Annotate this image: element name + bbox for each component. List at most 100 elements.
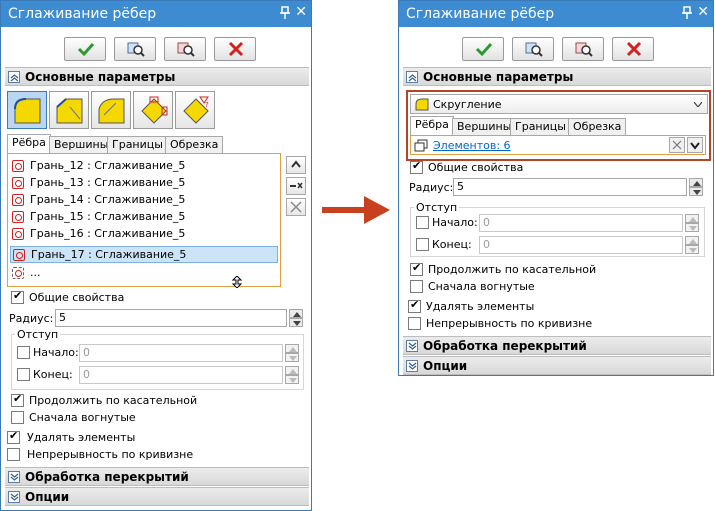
section-options-label: Опции <box>25 490 70 504</box>
offset-end-input[interactable]: 0 <box>479 236 683 254</box>
pin-icon[interactable] <box>279 6 291 20</box>
expand-elements-button[interactable] <box>687 137 703 153</box>
cancel-button[interactable] <box>612 37 654 61</box>
list-item[interactable]: Грань_16 : Сглаживание_5 <box>10 226 278 243</box>
spin-up[interactable] <box>289 309 303 318</box>
spin-down[interactable] <box>289 318 303 327</box>
concave-checkbox[interactable] <box>410 280 423 293</box>
tab-vertices[interactable]: Вершины <box>49 136 114 153</box>
ok-button[interactable] <box>64 37 106 61</box>
list-item-selected[interactable]: Грань_17 : Сглаживание_5 <box>10 246 278 263</box>
spin-down[interactable] <box>285 375 299 384</box>
section-main-header[interactable]: Основные параметры <box>5 67 309 86</box>
tangent-checkbox[interactable] <box>410 261 423 276</box>
tab-trim[interactable]: Обрезка <box>568 118 627 135</box>
elements-field[interactable]: Элементов: 6 <box>410 135 706 155</box>
general-props-checkbox[interactable] <box>410 159 423 174</box>
delete-checkbox[interactable] <box>408 298 421 313</box>
offset-end-input[interactable]: 0 <box>79 366 283 384</box>
offset-end-label: Конец: <box>432 238 472 251</box>
offset-start-spinner[interactable] <box>285 344 299 362</box>
spin-up[interactable] <box>285 366 299 375</box>
spin-down-icon <box>293 321 301 326</box>
mode-vertex-button[interactable] <box>133 91 173 129</box>
empty-slot-icon <box>12 267 24 279</box>
offset-end-checkbox[interactable] <box>17 368 30 381</box>
list-item[interactable]: Грань_13 : Сглаживание_5 <box>10 175 278 192</box>
remove-item-icon <box>290 182 303 189</box>
spin-up[interactable] <box>285 344 299 353</box>
section-options-label: Опции <box>423 359 468 373</box>
tangent-label: Продолжить по касательной <box>29 394 198 407</box>
section-overlap-header[interactable]: Обработка перекрытий <box>5 467 309 486</box>
mode-setback-button[interactable]: ? <box>175 91 215 129</box>
spin-down[interactable] <box>689 187 703 196</box>
close-icon[interactable]: ✕ <box>697 4 709 20</box>
resize-cursor-icon <box>231 276 243 288</box>
tab-trim[interactable]: Обрезка <box>165 136 224 153</box>
pin-icon[interactable] <box>681 6 693 20</box>
list-item[interactable]: Грань_12 : Сглаживание_5 <box>10 158 278 175</box>
concave-checkbox[interactable] <box>11 411 24 424</box>
tangent-checkbox[interactable] <box>11 392 24 407</box>
tab-edges[interactable]: Рёбра <box>410 116 454 135</box>
tab-borders[interactable]: Границы <box>107 136 168 153</box>
clear-elements-button[interactable] <box>669 137 685 153</box>
spin-down-icon <box>693 190 701 195</box>
offset-start-input[interactable]: 0 <box>479 214 683 232</box>
offset-start-input[interactable]: 0 <box>79 344 283 362</box>
remove-item-button[interactable] <box>286 177 306 195</box>
radius-spinner[interactable] <box>689 178 703 196</box>
spin-up[interactable] <box>685 214 699 223</box>
delete-checkbox[interactable] <box>7 429 20 444</box>
radius-label: Радиус: <box>9 312 54 325</box>
spin-down[interactable] <box>285 353 299 362</box>
clear-list-button[interactable] <box>286 198 306 216</box>
tab-vertices[interactable]: Вершины <box>452 118 517 135</box>
close-icon[interactable]: ✕ <box>295 4 307 20</box>
elements-count-link[interactable]: Элементов: 6 <box>433 139 511 152</box>
tab-borders[interactable]: Границы <box>510 118 571 135</box>
offset-end-spinner[interactable] <box>285 366 299 384</box>
offset-start-checkbox[interactable] <box>416 216 429 229</box>
radius-input[interactable]: 5 <box>453 178 687 196</box>
tab-edges[interactable]: Рёбра <box>7 134 51 153</box>
section-options-header[interactable]: Опции <box>5 487 309 506</box>
preview-button[interactable] <box>114 37 156 61</box>
section-overlap-header[interactable]: Обработка перекрытий <box>403 336 711 355</box>
offset-end-spinner[interactable] <box>685 236 699 254</box>
setback-fillet-icon: ? <box>183 96 209 124</box>
spin-down[interactable] <box>685 223 699 232</box>
faces-list[interactable]: Грань_12 : Сглаживание_5 Грань_13 : Сгла… <box>7 153 281 288</box>
section-options-header[interactable]: Опции <box>403 356 711 375</box>
spin-up[interactable] <box>689 178 703 187</box>
ok-button[interactable] <box>462 37 504 61</box>
cancel-button[interactable] <box>214 37 256 61</box>
move-up-button[interactable] <box>286 156 306 174</box>
offset-end-checkbox[interactable] <box>416 238 429 251</box>
fillet-type-select[interactable]: Скругление <box>410 94 708 114</box>
continuity-checkbox[interactable] <box>408 317 421 330</box>
list-item-label: Грань_14 : Сглаживание_5 <box>30 193 186 206</box>
preview-button[interactable] <box>512 37 554 61</box>
radius-input[interactable]: 5 <box>55 309 287 327</box>
section-main-label: Основные параметры <box>25 70 176 84</box>
preview-detail-button[interactable] <box>562 37 604 61</box>
offset-start-checkbox[interactable] <box>17 346 30 359</box>
offset-start-spinner[interactable] <box>685 214 699 232</box>
list-item[interactable]: Грань_14 : Сглаживание_5 <box>10 192 278 209</box>
mode-fillet-button[interactable] <box>7 91 47 129</box>
delete-label: Удалять элементы <box>426 300 535 313</box>
continuity-checkbox[interactable] <box>7 448 20 461</box>
list-item[interactable]: Грань_15 : Сглаживание_5 <box>10 209 278 226</box>
offset-start-label: Начало: <box>33 346 79 359</box>
list-item-label: Грань_15 : Сглаживание_5 <box>30 210 186 223</box>
mode-chord-button[interactable] <box>91 91 131 129</box>
spin-up[interactable] <box>685 236 699 245</box>
preview-detail-button[interactable] <box>164 37 206 61</box>
radius-spinner[interactable] <box>289 309 303 327</box>
spin-down[interactable] <box>685 245 699 254</box>
section-main-header[interactable]: Основные параметры <box>403 67 711 86</box>
general-props-checkbox[interactable] <box>11 289 24 304</box>
mode-variable-button[interactable] <box>49 91 89 129</box>
